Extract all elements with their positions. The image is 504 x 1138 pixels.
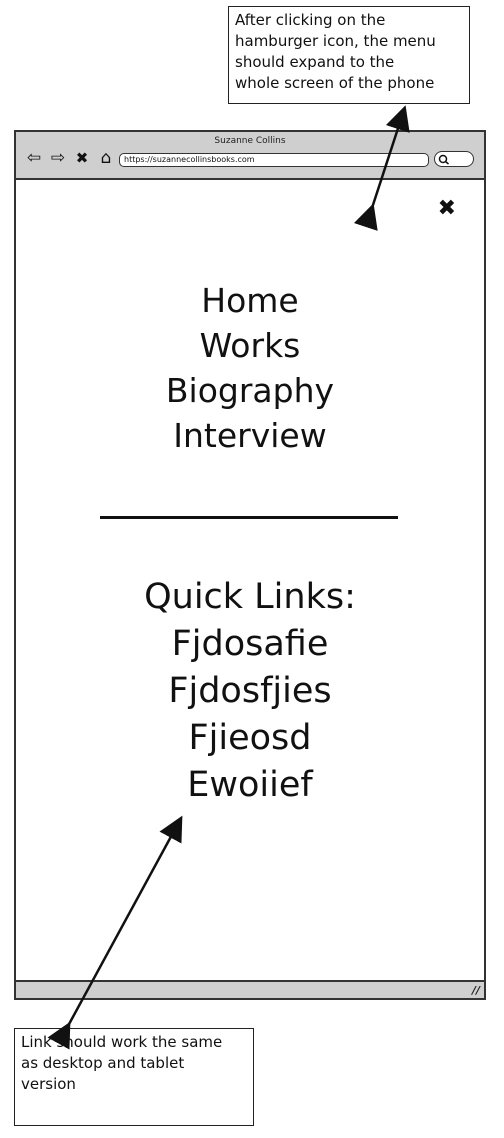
browser-statusbar: // [16,980,484,998]
annotation-line: should expand to the [235,53,395,71]
annotation-line: version [21,1075,76,1093]
search-icon [438,154,449,165]
back-arrow-icon[interactable]: ⇦ [24,148,44,168]
menu-item-interview[interactable]: Interview [16,413,484,458]
nav-buttons: ⇦ ⇨ ✖ ⌂ [24,148,116,168]
main-menu: Home Works Biography Interview [16,278,484,458]
window-title: Suzanne Collins [214,136,286,146]
annotation-note-bottom: Link should work the same as desktop and… [14,1028,254,1126]
quick-link-2[interactable]: Fjdosfjies [16,668,484,715]
quick-links-title: Quick Links: [144,577,356,617]
address-bar[interactable]: https://suzannecollinsbooks.com [119,153,429,167]
annotation-line: as desktop and tablet [21,1054,185,1072]
annotation-line: Link should work the same [21,1033,223,1051]
menu-close-button[interactable]: ✖ [438,198,456,220]
annotation-note-top: After clicking on the hamburger icon, th… [228,6,470,104]
browser-toolbar: Suzanne Collins ⇦ ⇨ ✖ ⌂ https://suzannec… [16,132,484,180]
menu-item-works[interactable]: Works [16,323,484,368]
search-field[interactable] [434,151,474,167]
annotation-line: hamburger icon, the menu [235,32,436,50]
resize-grip-icon[interactable]: // [472,984,480,997]
quick-links-section: Quick Links: Fjdosafie Fjdosfjies Fjieos… [16,574,484,809]
quick-link-1[interactable]: Fjdosafie [16,621,484,668]
annotation-line: After clicking on the [235,11,386,29]
annotation-line: whole screen of the phone [235,74,435,92]
quick-link-4[interactable]: Ewoiief [16,762,484,809]
menu-item-biography[interactable]: Biography [16,368,484,413]
menu-divider [100,516,398,519]
quick-link-3[interactable]: Fjieosd [16,715,484,762]
forward-arrow-icon[interactable]: ⇨ [48,148,68,168]
close-x-icon[interactable]: ✖ [72,148,92,168]
home-icon[interactable]: ⌂ [96,148,116,168]
browser-window: Suzanne Collins ⇦ ⇨ ✖ ⌂ https://suzannec… [14,130,486,1000]
menu-item-home[interactable]: Home [16,278,484,323]
